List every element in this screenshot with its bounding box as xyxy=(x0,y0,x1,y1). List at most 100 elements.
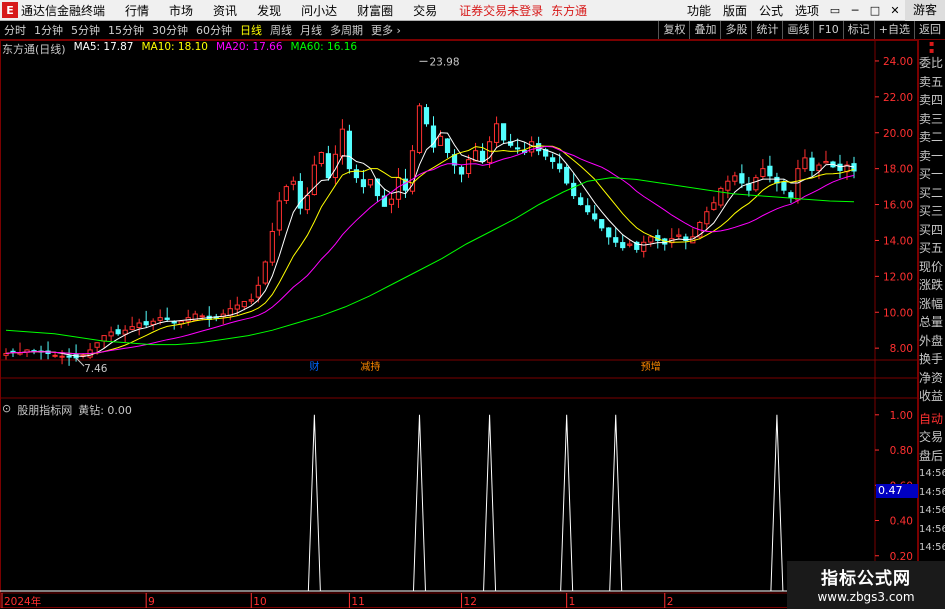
event-marker-0: 财 xyxy=(309,360,319,373)
time-tick-label-1: 9 xyxy=(148,596,155,608)
candle-body-14 xyxy=(101,335,107,342)
menu-market[interactable]: 市场 xyxy=(159,2,203,19)
ind-tick-label-0: 1.00 xyxy=(890,410,913,422)
candle-body-92 xyxy=(648,236,654,243)
menu-wealth[interactable]: 财富圈 xyxy=(347,2,403,19)
overlay-button[interactable]: 叠加 xyxy=(689,21,720,39)
menu-formula[interactable]: 公式 xyxy=(753,2,789,19)
event-marker-2: 预增 xyxy=(641,360,661,373)
candle-50 xyxy=(353,164,360,183)
candle-101 xyxy=(711,196,717,211)
chevron-right-icon: › xyxy=(393,24,401,37)
candle-71 xyxy=(500,123,507,144)
maximize-icon[interactable]: □ xyxy=(865,4,885,17)
menu-quotes[interactable]: 行情 xyxy=(115,2,159,19)
candle-19 xyxy=(136,318,142,336)
candle-body-103 xyxy=(725,180,731,191)
minimize-icon[interactable]: ─ xyxy=(845,4,865,17)
candle-body-15 xyxy=(108,331,114,337)
menu-news[interactable]: 资讯 xyxy=(203,2,247,19)
ma20-line xyxy=(5,145,855,355)
candle-121 xyxy=(851,156,857,179)
side-label-4: 卖二 xyxy=(919,130,944,144)
candle-body-34 xyxy=(241,300,247,308)
indicator-name[interactable]: 股朋指标网 xyxy=(17,402,72,418)
guest-button[interactable]: 游客 xyxy=(905,0,945,21)
period-intraday[interactable]: 分时 xyxy=(0,22,30,38)
chart-header: 东方通(日线) MA5: 17.87 MA10: 18.10 MA20: 17.… xyxy=(2,41,357,57)
period-weekly[interactable]: 周线 xyxy=(266,22,296,38)
period-daily[interactable]: 日线 xyxy=(236,22,266,38)
candle-95 xyxy=(669,228,675,248)
candle-body-81 xyxy=(571,182,577,197)
multi-stock-button[interactable]: 多股 xyxy=(720,21,751,39)
candle-body-7 xyxy=(52,354,58,357)
candle-body-38 xyxy=(269,230,275,263)
app-logo-icon: E xyxy=(2,2,18,18)
candle-body-101 xyxy=(711,202,717,210)
side-lower-2: 盘后 xyxy=(919,448,944,463)
menu-discover[interactable]: 发现 xyxy=(247,2,291,19)
indicator-selected-value: 0.47 xyxy=(876,484,918,498)
candle-body-85 xyxy=(599,219,605,229)
login-notice[interactable]: 证券交易未登录 xyxy=(459,2,543,19)
candle-30 xyxy=(213,313,219,322)
menu-ask[interactable]: 问小达 xyxy=(291,2,347,19)
period-monthly[interactable]: 月线 xyxy=(296,22,326,38)
side-label-9: 买四 xyxy=(919,222,944,237)
indicator-spike-0 xyxy=(307,414,321,592)
menu-options[interactable]: 选项 xyxy=(789,2,825,19)
indicator-toggle-icon[interactable]: ⊙ xyxy=(2,402,11,418)
menu-functions[interactable]: 功能 xyxy=(681,2,717,19)
candle-94 xyxy=(662,237,668,251)
candle-14 xyxy=(101,335,107,349)
period-30min[interactable]: 30分钟 xyxy=(148,22,192,38)
candle-body-79 xyxy=(557,163,563,170)
candle-body-18 xyxy=(129,326,135,330)
screen-icon[interactable]: ▭ xyxy=(825,4,845,17)
candle-117 xyxy=(823,150,829,164)
side-lower-0: 自动 xyxy=(919,411,944,426)
candle-body-108 xyxy=(760,168,766,177)
side-lower-1: 交易 xyxy=(919,430,944,444)
period-multi[interactable]: 多周期 xyxy=(326,22,367,38)
f10-button[interactable]: F10 xyxy=(813,21,842,39)
side-label-3: 卖三 xyxy=(919,111,944,126)
candle-body-106 xyxy=(746,183,752,191)
period-more[interactable]: 更多 › xyxy=(367,22,405,38)
candle-9 xyxy=(66,348,72,366)
close-icon[interactable]: ✕ xyxy=(885,4,905,17)
draw-line-button[interactable]: 画线 xyxy=(782,21,813,39)
add-watchlist-button[interactable]: +自选 xyxy=(873,21,914,39)
candle-6 xyxy=(45,341,51,360)
stats-button[interactable]: 统计 xyxy=(751,21,782,39)
time-tick-label-0: 2024年 xyxy=(4,595,41,608)
price-tick-label-3: 18.00 xyxy=(883,164,913,176)
candle-body-16 xyxy=(115,329,121,335)
price-tick-label-6: 12.00 xyxy=(883,271,913,283)
time-tick-label-2: 10 xyxy=(253,596,266,608)
period-5min[interactable]: 5分钟 xyxy=(67,22,104,38)
price-tick-label-4: 16.00 xyxy=(883,200,913,212)
candle-67 xyxy=(472,142,479,162)
candle-body-52 xyxy=(367,178,374,186)
period-60min[interactable]: 60分钟 xyxy=(192,22,236,38)
period-1min[interactable]: 1分钟 xyxy=(30,22,67,38)
candle-body-28 xyxy=(199,315,205,318)
indicator-header: ⊙ 股朋指标网 黄钻: 0.00 xyxy=(2,402,132,418)
candle-body-8 xyxy=(59,355,65,358)
menu-layout[interactable]: 版面 xyxy=(717,2,753,19)
candle-78 xyxy=(550,153,556,169)
menu-trade[interactable]: 交易 xyxy=(403,2,447,19)
side-labels: 委比 卖五 卖四 卖三 卖二 卖一 买一 买二 买三 买四 买五 现价 涨跌 涨幅 总量 外盘 换手 净资 收益 自动… xyxy=(919,54,945,609)
candle-body-114 xyxy=(802,157,808,170)
adjust-button[interactable]: 复权 xyxy=(658,21,689,39)
mark-button[interactable]: 标记 xyxy=(842,21,874,39)
candle-body-41 xyxy=(290,180,296,185)
candle-82 xyxy=(578,192,584,206)
back-button[interactable]: 返回 xyxy=(914,21,945,39)
candle-104 xyxy=(732,171,738,186)
period-15min[interactable]: 15分钟 xyxy=(104,22,148,38)
kline-chart[interactable]: 24.0022.0020.0018.0016.0014.0012.0010.00… xyxy=(0,40,918,609)
candle-body-89 xyxy=(627,243,633,246)
